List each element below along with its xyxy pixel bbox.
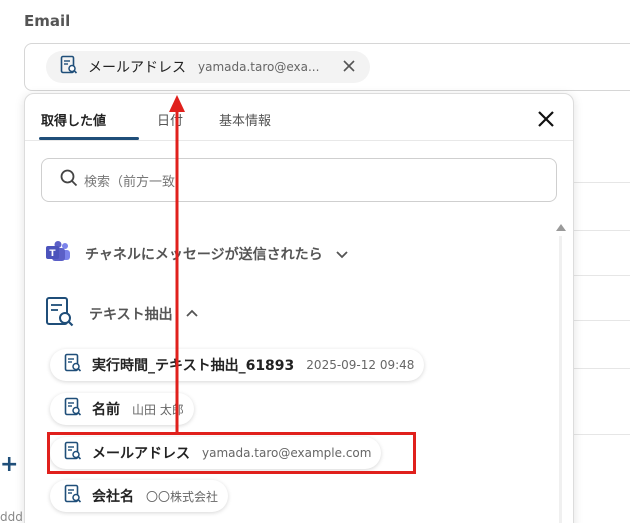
plus-icon[interactable]: + (0, 452, 18, 477)
tab-date[interactable]: 日付 (157, 110, 183, 129)
chip-value: 山田 太郎 (132, 402, 184, 417)
group-title: テキスト抽出 (89, 307, 173, 323)
chip-label: 実行時間_テキスト抽出_61893 (92, 358, 295, 374)
document-search-icon (64, 397, 82, 421)
truncated-text: ddd (0, 510, 23, 523)
email-input-chip[interactable]: メールアドレス yamada.taro@exa... (46, 51, 370, 83)
active-tab-indicator (39, 137, 139, 140)
value-chip[interactable]: 名前 山田 太郎 (50, 393, 194, 425)
search-icon (60, 169, 78, 191)
document-search-icon (64, 484, 82, 508)
value-chip[interactable]: 実行時間_テキスト抽出_61893 2025-09-12 09:48 (50, 349, 425, 381)
scrollbar[interactable] (559, 236, 562, 523)
chevron-up-icon[interactable] (185, 307, 199, 321)
search-input[interactable]: 検索（前方一致 (41, 158, 557, 202)
teams-icon: T (45, 240, 71, 268)
value-chip[interactable]: 会社名 〇〇株式会社 (50, 480, 229, 512)
document-search-icon (64, 353, 82, 377)
highlight-box (47, 432, 416, 474)
email-field-label: Email (24, 12, 71, 30)
search-placeholder: 検索（前方一致 (84, 174, 176, 190)
group-title: チャネルにメッセージが送信されたら (85, 247, 323, 263)
background-divider (572, 320, 630, 321)
group-text-extraction[interactable]: テキスト抽出 (45, 296, 199, 332)
tab-basic-info[interactable]: 基本情報 (219, 110, 271, 129)
tab-acquired-values[interactable]: 取得した値 (41, 110, 106, 129)
document-search-icon (45, 296, 75, 332)
scroll-up-arrow[interactable] (556, 224, 566, 231)
background-divider (572, 368, 630, 369)
chevron-down-icon[interactable] (335, 247, 349, 261)
close-icon[interactable] (535, 108, 557, 130)
document-search-icon (60, 55, 78, 79)
background-divider (572, 275, 630, 276)
background-divider (572, 434, 630, 435)
background-divider (572, 230, 630, 231)
chip-label: メールアドレス (88, 60, 186, 76)
svg-text:T: T (49, 249, 56, 259)
chip-value: 〇〇株式会社 (146, 489, 219, 504)
group-teams-trigger[interactable]: T チャネルにメッセージが送信されたら (45, 240, 349, 268)
chip-value: yamada.taro@exa... (198, 60, 320, 74)
chip-value: 2025-09-12 09:48 (306, 358, 415, 372)
chip-label: 名前 (92, 402, 120, 418)
close-icon[interactable] (342, 58, 356, 77)
chip-label: 会社名 (92, 489, 134, 505)
background-divider (572, 182, 630, 183)
tab-bar: 取得した値 日付 基本情報 (25, 94, 573, 141)
